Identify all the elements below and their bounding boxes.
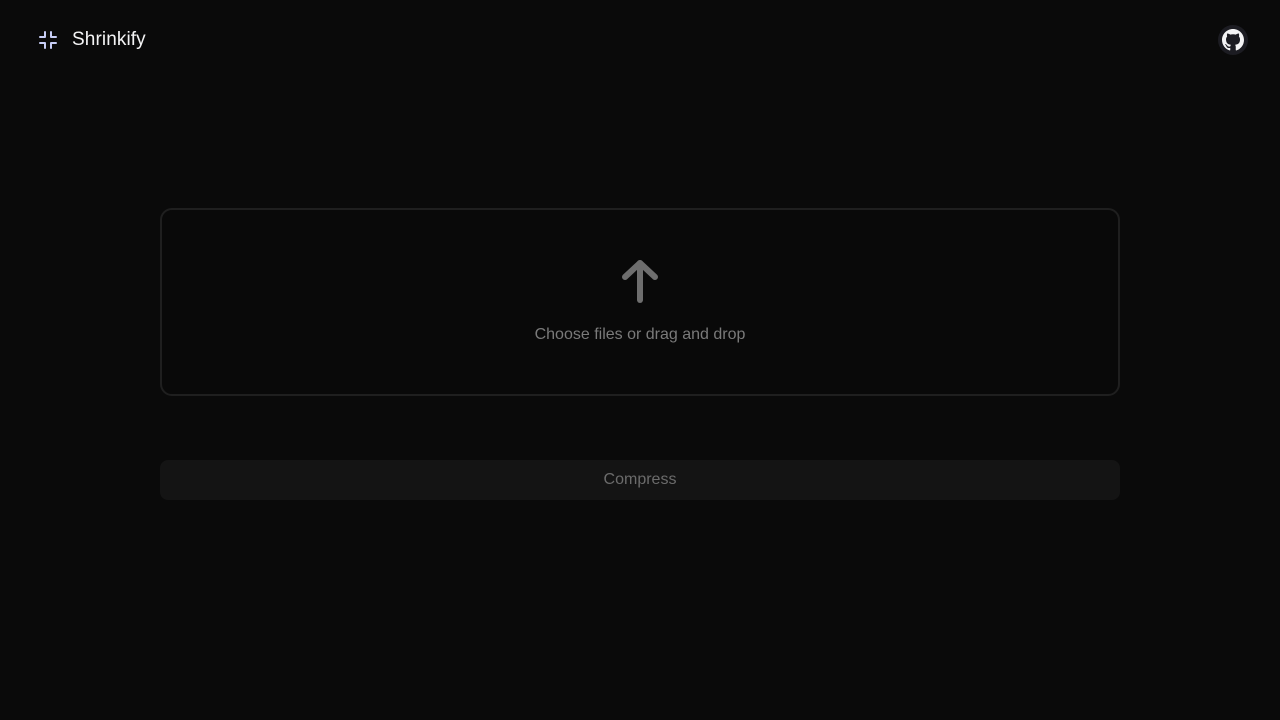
app-name: Shrinkify [72,29,146,50]
github-icon [1222,29,1244,51]
arrow-up-icon [622,260,658,303]
dropzone-instructions: Choose files or drag and drop [534,326,746,343]
github-link[interactable] [1218,25,1248,55]
file-dropzone[interactable]: Choose files or drag and drop [160,208,1120,396]
brand-logo-link[interactable]: Shrinkify [36,27,146,53]
app-header: Shrinkify [0,0,1280,80]
shrink-arrows-icon [39,31,57,49]
compress-button[interactable]: Compress [160,460,1120,500]
